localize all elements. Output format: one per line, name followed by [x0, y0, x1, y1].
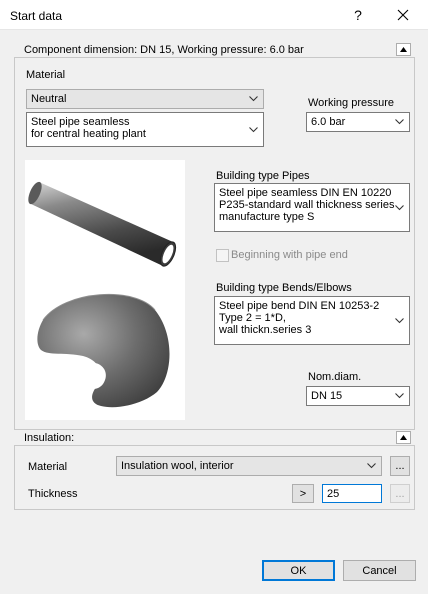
- thickness-input[interactable]: 25: [322, 484, 382, 503]
- material-type-select[interactable]: Steel pipe seamless for central heating …: [26, 112, 264, 147]
- thickness-label: Thickness: [28, 488, 78, 500]
- chevron-down-icon: [395, 393, 404, 399]
- pipe-and-elbow-image: [28, 181, 177, 408]
- help-icon: ?: [354, 7, 362, 23]
- chevron-down-icon: [367, 463, 376, 469]
- material-select-value: Neutral: [31, 93, 67, 105]
- insulation-collapse-button[interactable]: [396, 431, 411, 444]
- insulation-group-header: Insulation:: [14, 430, 415, 446]
- pipe-shape: [28, 181, 177, 267]
- working-pressure-select[interactable]: 6.0 bar: [306, 112, 410, 132]
- nom-diam-value: DN 15: [311, 390, 343, 402]
- help-button[interactable]: ?: [343, 0, 373, 30]
- building-type-pipes-select[interactable]: Steel pipe seamless DIN EN 10220 P235-st…: [214, 183, 410, 232]
- material-type-value: Steel pipe seamless for central heating …: [31, 116, 146, 140]
- component-preview: [25, 160, 185, 420]
- thickness-value: 25: [327, 488, 340, 500]
- collapse-up-icon: [400, 47, 407, 52]
- chevron-down-icon: [395, 318, 404, 324]
- nom-diam-label: Nom.diam.: [308, 371, 362, 383]
- close-icon: [397, 9, 409, 21]
- close-button[interactable]: [388, 0, 418, 30]
- nom-diam-select[interactable]: DN 15: [306, 386, 410, 406]
- insulation-material-value: Insulation wool, interior: [121, 460, 234, 472]
- insulation-browse-button[interactable]: ...: [390, 456, 410, 476]
- insulation-group-caption: Insulation:: [24, 432, 75, 444]
- thickness-browse-button[interactable]: ...: [390, 484, 410, 503]
- insulation-material-label: Material: [28, 461, 68, 473]
- ellipsis-icon: ...: [395, 487, 405, 500]
- thickness-arrow-button[interactable]: >: [292, 484, 314, 503]
- chevron-down-icon: [395, 205, 404, 211]
- building-type-bends-label: Building type Bends/Elbows: [216, 282, 352, 294]
- collapse-up-icon: [400, 435, 407, 440]
- ok-button[interactable]: OK: [262, 560, 335, 581]
- beginning-with-pipe-end-checkbox[interactable]: [216, 249, 229, 262]
- material-label: Material: [26, 69, 66, 81]
- material-select[interactable]: Neutral: [26, 89, 264, 109]
- window-title: Start data: [10, 9, 63, 23]
- building-type-pipes-value: Steel pipe seamless DIN EN 10220 P235-st…: [219, 187, 395, 223]
- beginning-with-pipe-end-label: Beginning with pipe end: [231, 249, 348, 261]
- working-pressure-value: 6.0 bar: [311, 116, 346, 128]
- building-type-bends-value: Steel pipe bend DIN EN 10253-2 Type 2 = …: [219, 300, 380, 336]
- chevron-down-icon: [395, 119, 404, 125]
- chevron-down-icon: [249, 96, 258, 102]
- chevron-down-icon: [249, 127, 258, 133]
- insulation-material-select[interactable]: Insulation wool, interior: [116, 456, 382, 476]
- component-collapse-button[interactable]: [396, 43, 411, 56]
- ellipsis-icon: ...: [395, 460, 405, 472]
- elbow-shape: [37, 293, 170, 408]
- building-type-bends-select[interactable]: Steel pipe bend DIN EN 10253-2 Type 2 = …: [214, 296, 410, 345]
- cancel-button-label: Cancel: [362, 564, 397, 577]
- arrow-right-icon: >: [299, 487, 307, 500]
- component-group-header: Component dimension: DN 15, Working pres…: [14, 42, 415, 58]
- title-bar: Start data ?: [0, 0, 428, 30]
- ok-button-label: OK: [290, 564, 307, 577]
- building-type-pipes-label: Building type Pipes: [216, 170, 310, 182]
- cancel-button[interactable]: Cancel: [343, 560, 416, 581]
- component-group-caption: Component dimension: DN 15, Working pres…: [24, 44, 304, 56]
- working-pressure-label: Working pressure: [308, 97, 394, 109]
